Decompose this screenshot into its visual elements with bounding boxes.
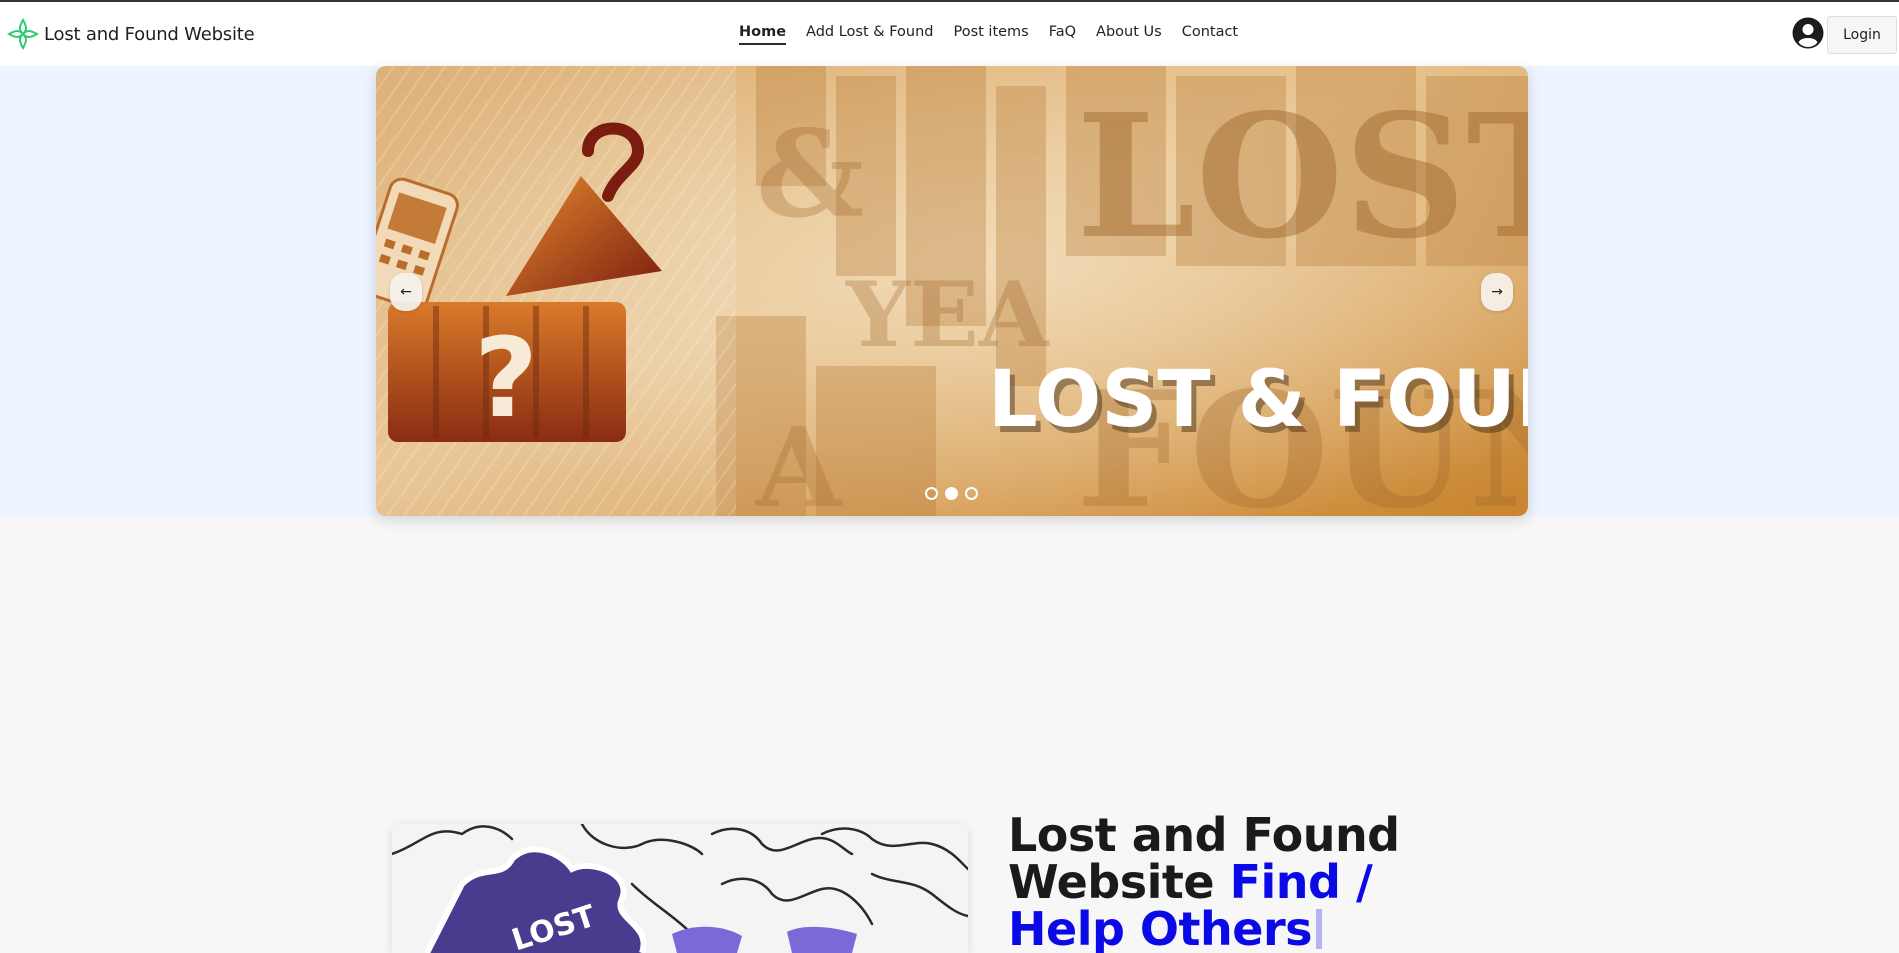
brand-title: Lost and Found Website	[44, 23, 255, 45]
carousel-dot-1[interactable]	[925, 487, 938, 500]
slide-caption: LOST & FOUN	[988, 355, 1528, 445]
login-button[interactable]: Login	[1827, 16, 1897, 54]
clover-logo-icon	[6, 17, 40, 51]
lost-puzzle-image: LOST	[392, 824, 968, 953]
nav-post-items[interactable]: Post items	[943, 24, 1038, 44]
carousel-indicators	[925, 487, 978, 500]
nav-home[interactable]: Home	[729, 24, 796, 45]
user-circle-icon[interactable]	[1792, 17, 1824, 49]
svg-text:YEA: YEA	[845, 262, 1050, 368]
svg-text:?: ?	[474, 314, 538, 442]
nav-faq[interactable]: FaQ	[1039, 24, 1086, 44]
svg-text:A: A	[755, 403, 843, 516]
typing-cursor	[1316, 909, 1323, 949]
svg-text:LOST&: LOST&	[1076, 77, 1528, 277]
nav-contact[interactable]: Contact	[1172, 24, 1248, 44]
brand-link[interactable]: Lost and Found Website	[6, 17, 255, 51]
puzzle-image-card: LOST	[392, 824, 968, 953]
navbar: Lost and Found Website Home Add Lost & F…	[0, 2, 1899, 66]
nav-add-lost-found[interactable]: Add Lost & Found	[796, 24, 943, 44]
intro-headline: Lost and Found Website Find / Help Other…	[1008, 812, 1488, 953]
svg-text:&: &	[756, 104, 864, 245]
lost-found-slide-image: LOST& FOUN & YEA A ?	[376, 66, 1528, 516]
carousel-dot-2[interactable]	[945, 487, 958, 500]
hero-carousel: LOST& FOUN & YEA A ?	[376, 66, 1528, 516]
carousel-next-button[interactable]: →	[1481, 273, 1513, 311]
main-nav: Home Add Lost & Found Post items FaQ Abo…	[729, 24, 1248, 45]
carousel-prev-button[interactable]: ←	[390, 273, 422, 311]
nav-about-us[interactable]: About Us	[1086, 24, 1172, 44]
carousel-dot-3[interactable]	[965, 487, 978, 500]
